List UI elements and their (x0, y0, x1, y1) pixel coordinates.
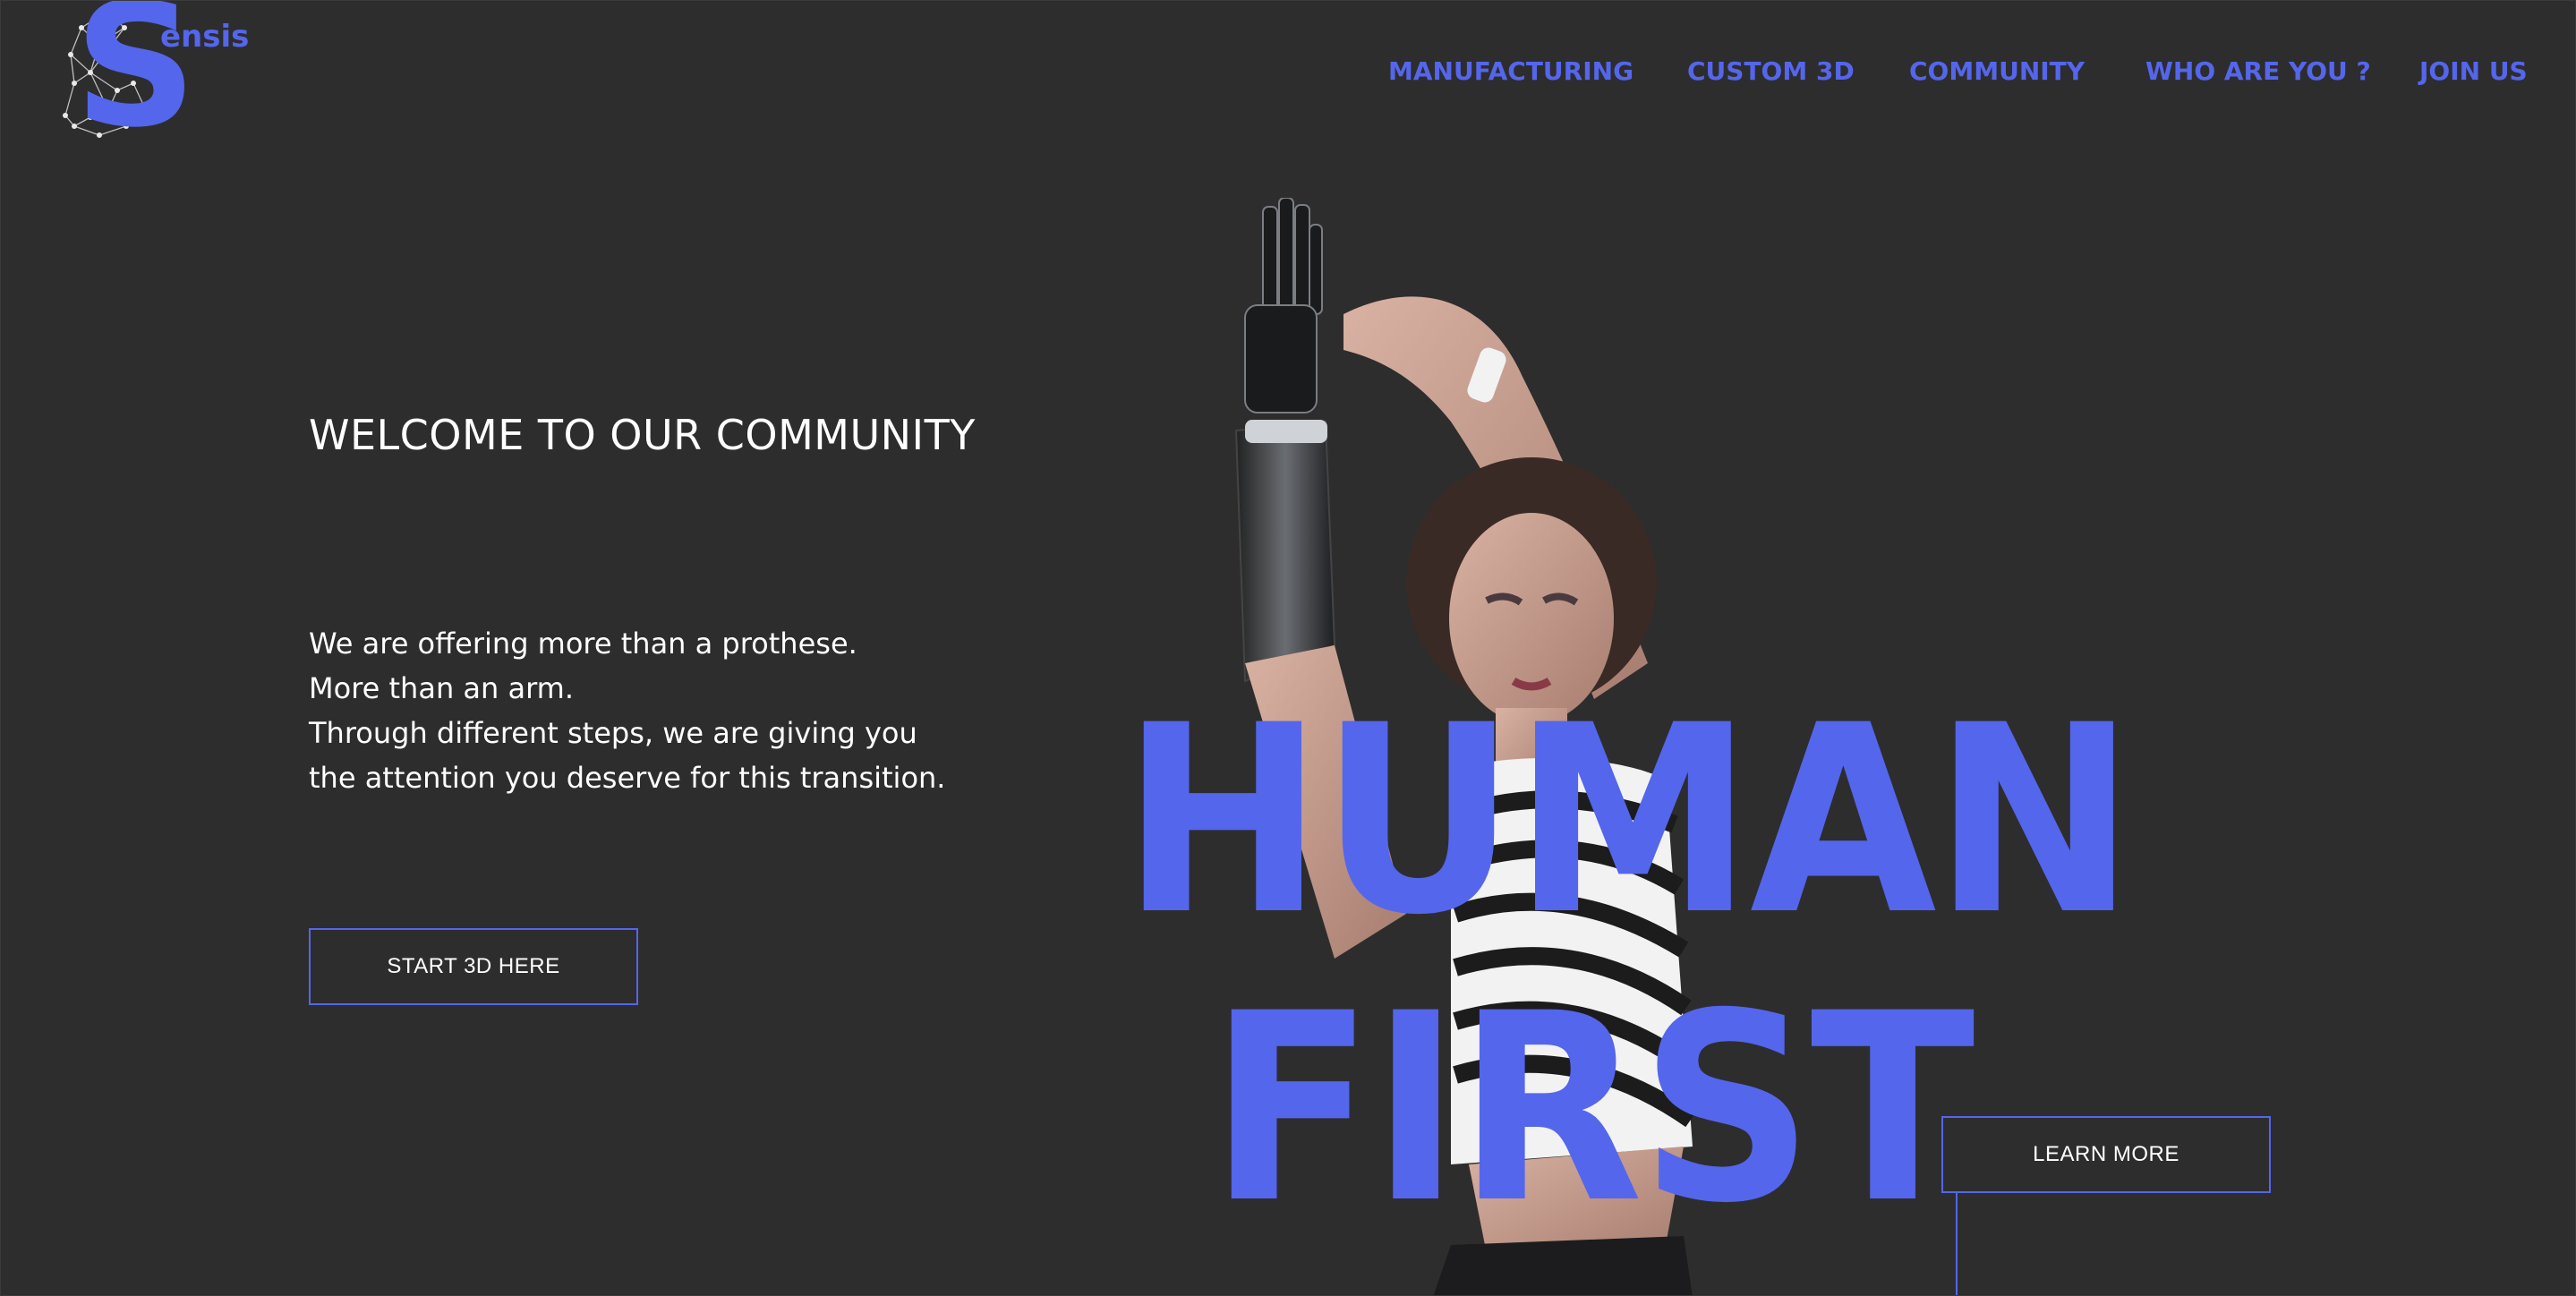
intro-line: We are offering more than a prothese. (309, 627, 857, 661)
intro-line: Through different steps, we are giving y… (309, 716, 917, 750)
learn-more-button[interactable]: LEARN MORE (1941, 1116, 2271, 1193)
decorative-line (1956, 1193, 1958, 1295)
start-3d-button[interactable]: START 3D HERE (309, 928, 638, 1005)
nav-item-community[interactable]: COMMUNITY (1909, 56, 2085, 86)
intro-line: More than an arm. (309, 671, 574, 705)
main-nav: MANUFACTURING CUSTOM 3D COMMUNITY WHO AR… (1379, 56, 2543, 92)
brand-logo[interactable]: S ensis (55, 1, 260, 151)
intro-paragraph: We are offering more than a prothese. Mo… (309, 621, 945, 800)
logo-wordmark: ensis (160, 19, 250, 55)
nav-item-custom-3d[interactable]: CUSTOM 3D (1687, 56, 1855, 86)
headline-human: HUMAN (1122, 670, 2136, 972)
welcome-heading: WELCOME TO OUR COMMUNITY (309, 411, 976, 459)
nav-item-manufacturing[interactable]: MANUFACTURING (1388, 56, 1633, 86)
nav-item-who-are-you[interactable]: WHO ARE YOU ? (2145, 56, 2371, 86)
robotic-hand (1244, 198, 1323, 414)
headline-first: FIRST (1209, 959, 1975, 1260)
intro-line: the attention you deserve for this trans… (309, 761, 946, 795)
nav-item-join-us[interactable]: JOIN US (2419, 56, 2528, 86)
page: S ensis MANUFACTURING CUSTOM 3D COMMUNIT… (0, 0, 2576, 1296)
